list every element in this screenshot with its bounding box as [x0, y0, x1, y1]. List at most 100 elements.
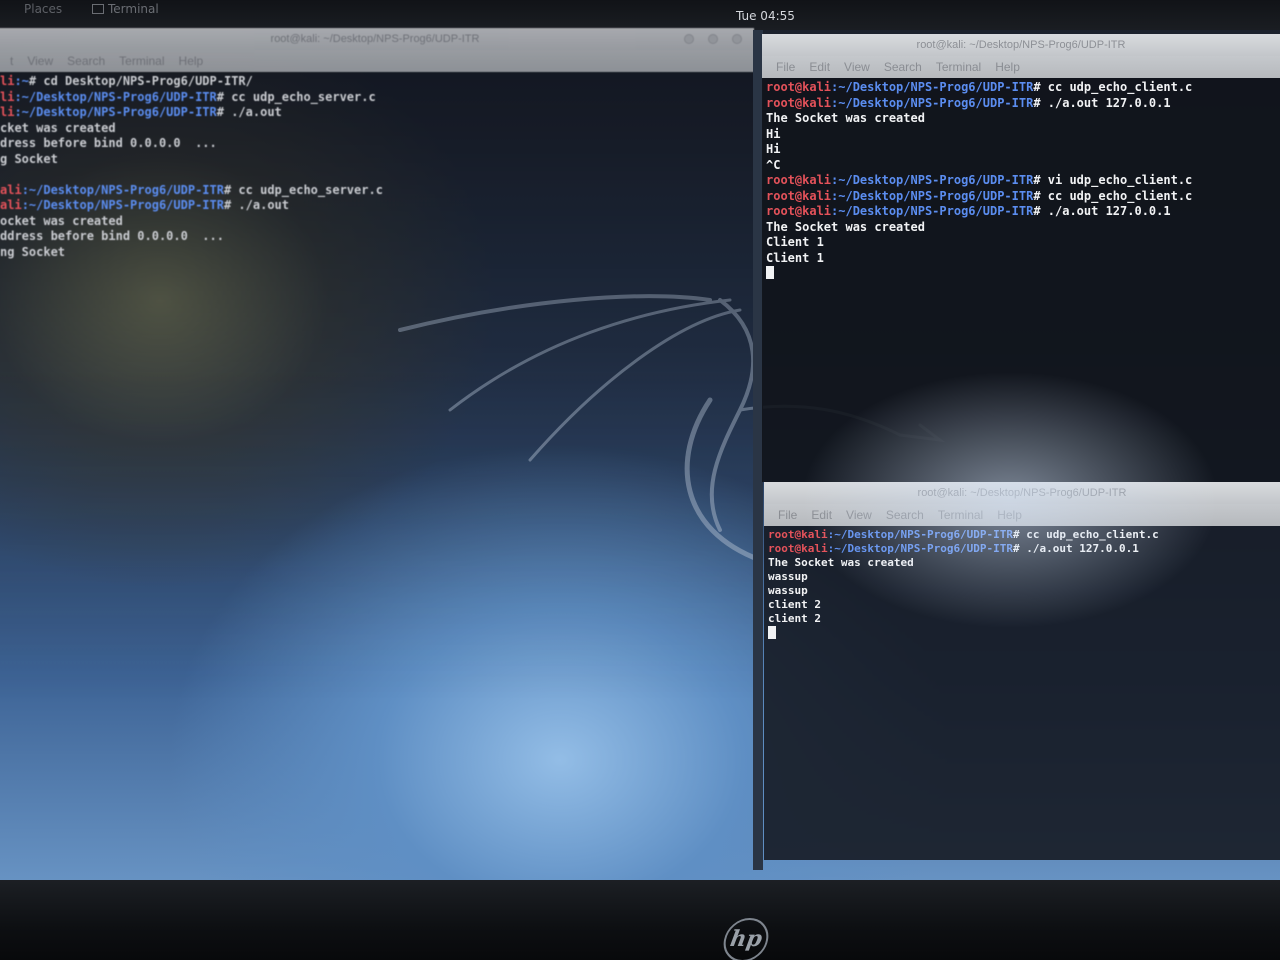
- menu-item-view[interactable]: View: [846, 504, 872, 526]
- terminal-line: root@kali:~/Desktop/NPS-Prog6/UDP-ITR# c…: [768, 528, 1280, 542]
- prompt-path: :~/Desktop/NPS-Prog6/UDP-ITR: [831, 95, 1034, 110]
- prompt-path: :~/Desktop/NPS-Prog6/UDP-ITR: [827, 542, 1014, 555]
- menu-item-search[interactable]: Search: [67, 50, 105, 72]
- output-text: The Socket was created: [766, 219, 925, 234]
- client2-terminal-window[interactable]: root@kali: ~/Desktop/NPS-Prog6/UDP-ITR F…: [764, 482, 1280, 860]
- terminal-line: root@kali:~/Desktop/NPS-Prog6/UDP-ITR# c…: [766, 189, 1280, 205]
- clock[interactable]: Tue 04:55: [736, 9, 795, 23]
- terminal-line: root@kali:~/Desktop/NPS-Prog6/UDP-ITR# c…: [766, 80, 1280, 96]
- menu-item-terminal[interactable]: Terminal: [936, 56, 981, 78]
- terminal-line: ng Socket: [0, 245, 754, 261]
- prompt-user: ali: [0, 198, 22, 212]
- menu-item-file[interactable]: File: [778, 504, 797, 526]
- output-text: Hi: [766, 126, 781, 141]
- menu-item-view[interactable]: View: [27, 50, 53, 72]
- output-text: ddress before bind 0.0.0.0 ...: [0, 229, 224, 243]
- prompt-user: root@kali: [768, 528, 828, 541]
- menu-item-help[interactable]: Help: [179, 50, 204, 72]
- prompt-path: :~/Desktop/NPS-Prog6/UDP-ITR: [831, 173, 1034, 187]
- prompt-user: li: [0, 74, 15, 88]
- menu-item-terminal[interactable]: Terminal: [938, 504, 983, 526]
- close-icon[interactable]: [732, 34, 742, 44]
- output-text: ocket was created: [0, 213, 123, 228]
- menu-item-help[interactable]: Help: [995, 56, 1020, 78]
- window-title: root@kali: ~/Desktop/NPS-Prog6/UDP-ITR: [270, 33, 480, 45]
- terminal-line: [768, 626, 1280, 640]
- menu-item-edit[interactable]: Edit: [809, 56, 830, 78]
- terminal-app-menu[interactable]: Terminal: [92, 2, 159, 16]
- command-text: # ./a.out 127.0.0.1: [1013, 542, 1139, 555]
- window-title: root@kali: ~/Desktop/NPS-Prog6/UDP-ITR: [916, 39, 1126, 51]
- menu-bar: File Edit View Search Terminal Help: [764, 504, 1280, 526]
- prompt-user: li: [0, 105, 15, 119]
- menu-item-file[interactable]: File: [776, 56, 795, 78]
- monitor-screen: Places Terminal Tue 04:55 root@kali: ~/D…: [0, 0, 1280, 905]
- window-titlebar[interactable]: root@kali: ~/Desktop/NPS-Prog6/UDP-ITR: [0, 28, 754, 50]
- prompt-path: :~/Desktop/NPS-Prog6/UDP-ITR: [14, 89, 217, 104]
- terminal-line: li:~# cd Desktop/NPS-Prog6/UDP-ITR/: [0, 74, 754, 90]
- places-menu[interactable]: Places: [24, 2, 62, 16]
- terminal-line: wassup: [768, 584, 1280, 598]
- prompt-path: :~/Desktop/NPS-Prog6/UDP-ITR: [831, 204, 1034, 218]
- terminal-line: ddress before bind 0.0.0.0 ...: [0, 229, 754, 245]
- command-text: # cc udp_echo_client.c: [1033, 80, 1193, 94]
- terminal-line: Hi: [766, 142, 1280, 158]
- prompt-user: root@kali: [766, 95, 832, 110]
- prompt-user: root@kali: [766, 80, 832, 94]
- terminal-output[interactable]: root@kali:~/Desktop/NPS-Prog6/UDP-ITR# c…: [764, 526, 1280, 860]
- terminal-line: client 2: [768, 612, 1280, 626]
- menu-item-search[interactable]: Search: [884, 56, 922, 78]
- output-text: ng Socket: [0, 244, 66, 259]
- menu-item-edit[interactable]: Edit: [811, 504, 832, 526]
- prompt-path: :~/Desktop/NPS-Prog6/UDP-ITR: [21, 182, 224, 197]
- client1-terminal-window[interactable]: root@kali: ~/Desktop/NPS-Prog6/UDP-ITR F…: [762, 34, 1280, 482]
- terminal-line: The Socket was created: [766, 220, 1280, 236]
- terminal-line: ali:~/Desktop/NPS-Prog6/UDP-ITR# cc udp_…: [0, 183, 754, 199]
- output-text: The Socket was created: [768, 556, 914, 569]
- laptop-bezel: [0, 880, 1280, 960]
- terminal-line: root@kali:~/Desktop/NPS-Prog6/UDP-ITR# .…: [766, 96, 1280, 112]
- terminal-output[interactable]: li:~# cd Desktop/NPS-Prog6/UDP-ITR/li:~/…: [0, 72, 754, 868]
- prompt-user: ali: [0, 182, 22, 197]
- menu-item-help[interactable]: Help: [997, 504, 1022, 526]
- terminal-line: dress before bind 0.0.0.0 ...: [0, 136, 754, 152]
- server-terminal-window[interactable]: root@kali: ~/Desktop/NPS-Prog6/UDP-ITR t…: [0, 28, 754, 868]
- command-text: # vi udp_echo_client.c: [1033, 173, 1193, 187]
- window-titlebar[interactable]: root@kali: ~/Desktop/NPS-Prog6/UDP-ITR: [762, 34, 1280, 56]
- terminal-line: li:~/Desktop/NPS-Prog6/UDP-ITR# ./a.out: [0, 105, 754, 121]
- window-titlebar[interactable]: root@kali: ~/Desktop/NPS-Prog6/UDP-ITR: [764, 482, 1280, 504]
- terminal-line: The Socket was created: [768, 556, 1280, 570]
- terminal-line: Hi: [766, 127, 1280, 143]
- output-text: Hi: [766, 142, 781, 156]
- minimize-icon[interactable]: [684, 34, 694, 44]
- terminal-output[interactable]: root@kali:~/Desktop/NPS-Prog6/UDP-ITR# c…: [762, 78, 1280, 482]
- menu-item-search[interactable]: Search: [886, 504, 924, 526]
- command-text: # ./a.out 127.0.0.1: [1033, 204, 1171, 218]
- terminal-icon: [92, 4, 104, 14]
- prompt-path: :~: [14, 74, 29, 88]
- menu-bar: File Edit View Search Terminal Help: [762, 56, 1280, 78]
- terminal-line: client 2: [768, 598, 1280, 612]
- command-text: # ./a.out 127.0.0.1: [1033, 95, 1171, 110]
- command-text: # ./a.out: [216, 105, 282, 119]
- top-panel: Places Terminal Tue 04:55: [0, 0, 1280, 30]
- output-text: cket was created: [0, 120, 116, 135]
- terminal-line: root@kali:~/Desktop/NPS-Prog6/UDP-ITR# .…: [766, 204, 1280, 220]
- menu-item-view[interactable]: View: [844, 56, 870, 78]
- terminal-line: g Socket: [0, 152, 754, 168]
- terminal-line: The Socket was created: [766, 111, 1280, 127]
- maximize-icon[interactable]: [708, 34, 718, 44]
- command-text: # cd Desktop/NPS-Prog6/UDP-ITR/: [28, 74, 253, 88]
- menu-item-terminal[interactable]: Terminal: [119, 50, 164, 72]
- output-text: ^C: [766, 157, 781, 172]
- command-text: # cc udp_echo_server.c: [216, 89, 376, 104]
- menu-item-t[interactable]: t: [10, 50, 13, 72]
- output-text: Client 1: [766, 235, 824, 249]
- terminal-line: ^C: [766, 158, 1280, 174]
- terminal-line: wassup: [768, 570, 1280, 584]
- text-cursor: [768, 626, 776, 639]
- prompt-user: root@kali: [766, 204, 832, 218]
- terminal-line: [766, 266, 1280, 282]
- terminal-line: root@kali:~/Desktop/NPS-Prog6/UDP-ITR# .…: [768, 542, 1280, 556]
